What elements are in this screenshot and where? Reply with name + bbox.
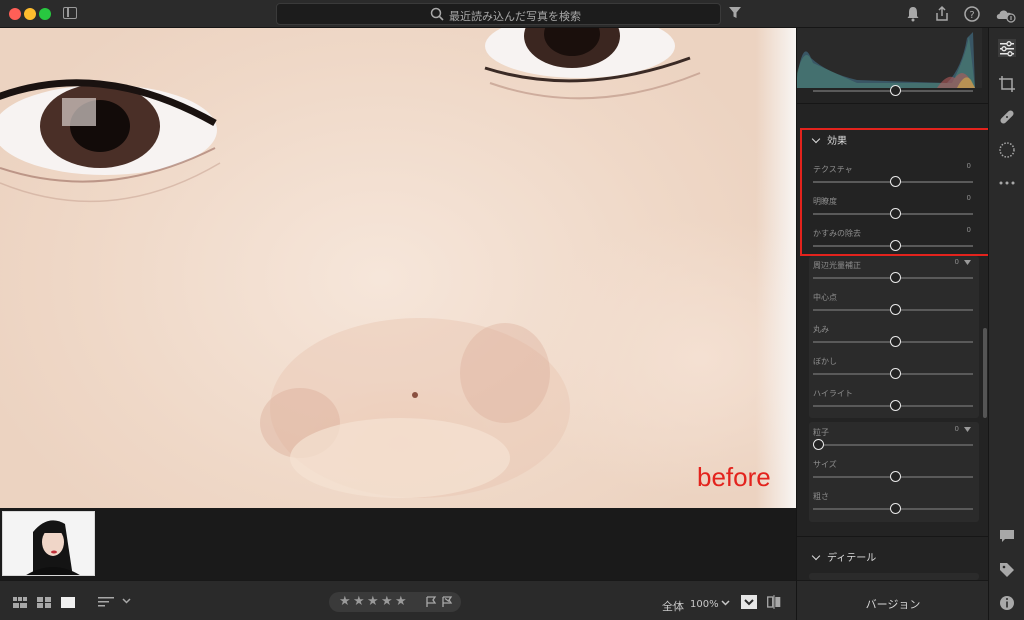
healing-bandage-icon[interactable] (998, 108, 1016, 126)
histogram (797, 28, 982, 88)
grain-size-label: サイズ (813, 460, 837, 469)
vignette-label: 周辺光量補正 (813, 261, 861, 270)
roundness-label: 丸み (813, 325, 829, 334)
share-icon[interactable] (933, 5, 951, 23)
before-overlay-label: before (697, 462, 771, 492)
feather-label: ぼかし (813, 357, 837, 366)
filter-icon[interactable] (729, 7, 741, 19)
tag-icon[interactable] (998, 561, 1016, 579)
flag-pick-icon[interactable] (425, 596, 437, 608)
highlights-slider[interactable]: ハイライト (809, 388, 975, 418)
minimize-window-button[interactable] (24, 8, 36, 20)
midpoint-slider[interactable]: 中心点 (809, 292, 975, 322)
search-icon (430, 7, 444, 21)
effects-highlight-box (800, 128, 990, 256)
detail-section-header[interactable]: ディテール (811, 549, 877, 564)
panel-scrollbar[interactable] (983, 328, 987, 418)
face-closeup-image (0, 28, 701, 498)
vignette-value[interactable]: 0 (955, 258, 959, 266)
slider-knob[interactable] (890, 272, 901, 283)
star-5[interactable]: ★ (395, 594, 407, 609)
slider-knob[interactable] (890, 304, 901, 315)
zoom-value[interactable]: 100% (690, 599, 719, 610)
star-rating[interactable]: ★ ★ ★ ★ ★ (329, 592, 461, 612)
vignette-amount-slider[interactable]: 周辺光量補正 0 (809, 258, 975, 290)
star-3[interactable]: ★ (367, 594, 379, 609)
search-input[interactable]: 最近読み込んだ写真を検索 (449, 8, 581, 24)
bottom-toolbar: ★ ★ ★ ★ ★ 全体 100% (0, 580, 796, 620)
more-icon[interactable] (998, 174, 1016, 192)
help-icon[interactable]: ? (963, 5, 981, 23)
version-button[interactable]: バージョン (797, 596, 989, 612)
chevron-down-icon (811, 551, 821, 561)
zoom-fit-label[interactable]: 全体 (662, 598, 684, 614)
caret-down-icon[interactable] (964, 260, 971, 266)
close-window-button[interactable] (9, 8, 21, 20)
caret-down-icon[interactable] (964, 427, 971, 433)
cloud-sync-icon[interactable] (995, 5, 1017, 23)
photo-thumbnail[interactable] (2, 511, 95, 576)
roundness-slider[interactable]: 丸み (809, 324, 975, 354)
grain-size-slider[interactable]: サイズ (809, 459, 975, 489)
square-grid-icon[interactable] (13, 597, 27, 608)
grain-roughness-label: 粗さ (813, 492, 829, 501)
grain-label: 粒子 (813, 428, 829, 437)
photo-background (756, 28, 796, 508)
detail-title: ディテール (827, 553, 877, 564)
sidebar-toggle-icon[interactable] (63, 7, 77, 19)
zoom-chevron-down-icon[interactable] (721, 600, 730, 606)
slider-knob[interactable] (813, 439, 824, 450)
grain-group: 粒子 0 サイズ 粗さ (809, 422, 979, 522)
crop-icon[interactable] (998, 75, 1016, 93)
highlights-label: ハイライト (813, 389, 853, 398)
slider-knob[interactable] (890, 400, 901, 411)
app-window: 最近読み込んだ写真を検索 ? before ★ ★ ★ ★ ★ 全体 100% … (0, 0, 1024, 620)
split-view-icon[interactable] (767, 595, 781, 609)
edit-panel: 効果 テクスチャ 0 明瞭度 0 かすみの除去 0 周辺光量補正 0 中心点 丸… (796, 28, 990, 580)
portrait-thumbnail-image (3, 512, 94, 575)
search-bar[interactable]: 最近読み込んだ写真を検索 (276, 3, 721, 25)
slider-track (813, 444, 973, 446)
version-bar: バージョン (796, 580, 988, 620)
grain-amount-slider[interactable]: 粒子 0 (809, 425, 975, 457)
slider-knob[interactable] (890, 85, 901, 96)
tool-rail (988, 28, 1024, 620)
grain-roughness-slider[interactable]: 粗さ (809, 491, 975, 521)
grain-value[interactable]: 0 (955, 425, 959, 433)
sort-icon[interactable] (98, 596, 114, 608)
feather-slider[interactable]: ぼかし (809, 356, 975, 386)
grid-view-icon[interactable] (37, 597, 51, 608)
flag-reject-icon[interactable] (441, 596, 453, 608)
vignette-group: 周辺光量補正 0 中心点 丸み ぼかし ハイライト (809, 256, 979, 418)
slider-knob[interactable] (890, 503, 901, 514)
section-divider (797, 103, 989, 104)
histogram-adjust-slider[interactable] (809, 80, 975, 110)
info-icon[interactable] (998, 594, 1016, 612)
photo-canvas[interactable]: before (0, 28, 796, 508)
detail-view-icon[interactable] (61, 597, 75, 608)
chevron-down-icon[interactable] (122, 598, 131, 604)
masking-icon[interactable] (998, 141, 1016, 159)
bell-icon[interactable] (904, 5, 922, 23)
star-2[interactable]: ★ (353, 594, 365, 609)
slider-knob[interactable] (890, 368, 901, 379)
star-4[interactable]: ★ (381, 594, 393, 609)
maximize-window-button[interactable] (39, 8, 51, 20)
compare-before-after-icon[interactable] (741, 595, 757, 609)
detail-group (809, 573, 979, 580)
slider-knob[interactable] (890, 471, 901, 482)
midpoint-label: 中心点 (813, 293, 837, 302)
comment-icon[interactable] (998, 527, 1016, 545)
star-1[interactable]: ★ (339, 594, 351, 609)
title-bar: 最近読み込んだ写真を検索 ? (0, 0, 1024, 28)
svg-text:?: ? (969, 10, 974, 21)
edit-sliders-icon[interactable] (998, 39, 1016, 57)
filmstrip (0, 508, 796, 580)
slider-knob[interactable] (890, 336, 901, 347)
section-divider (797, 536, 989, 537)
